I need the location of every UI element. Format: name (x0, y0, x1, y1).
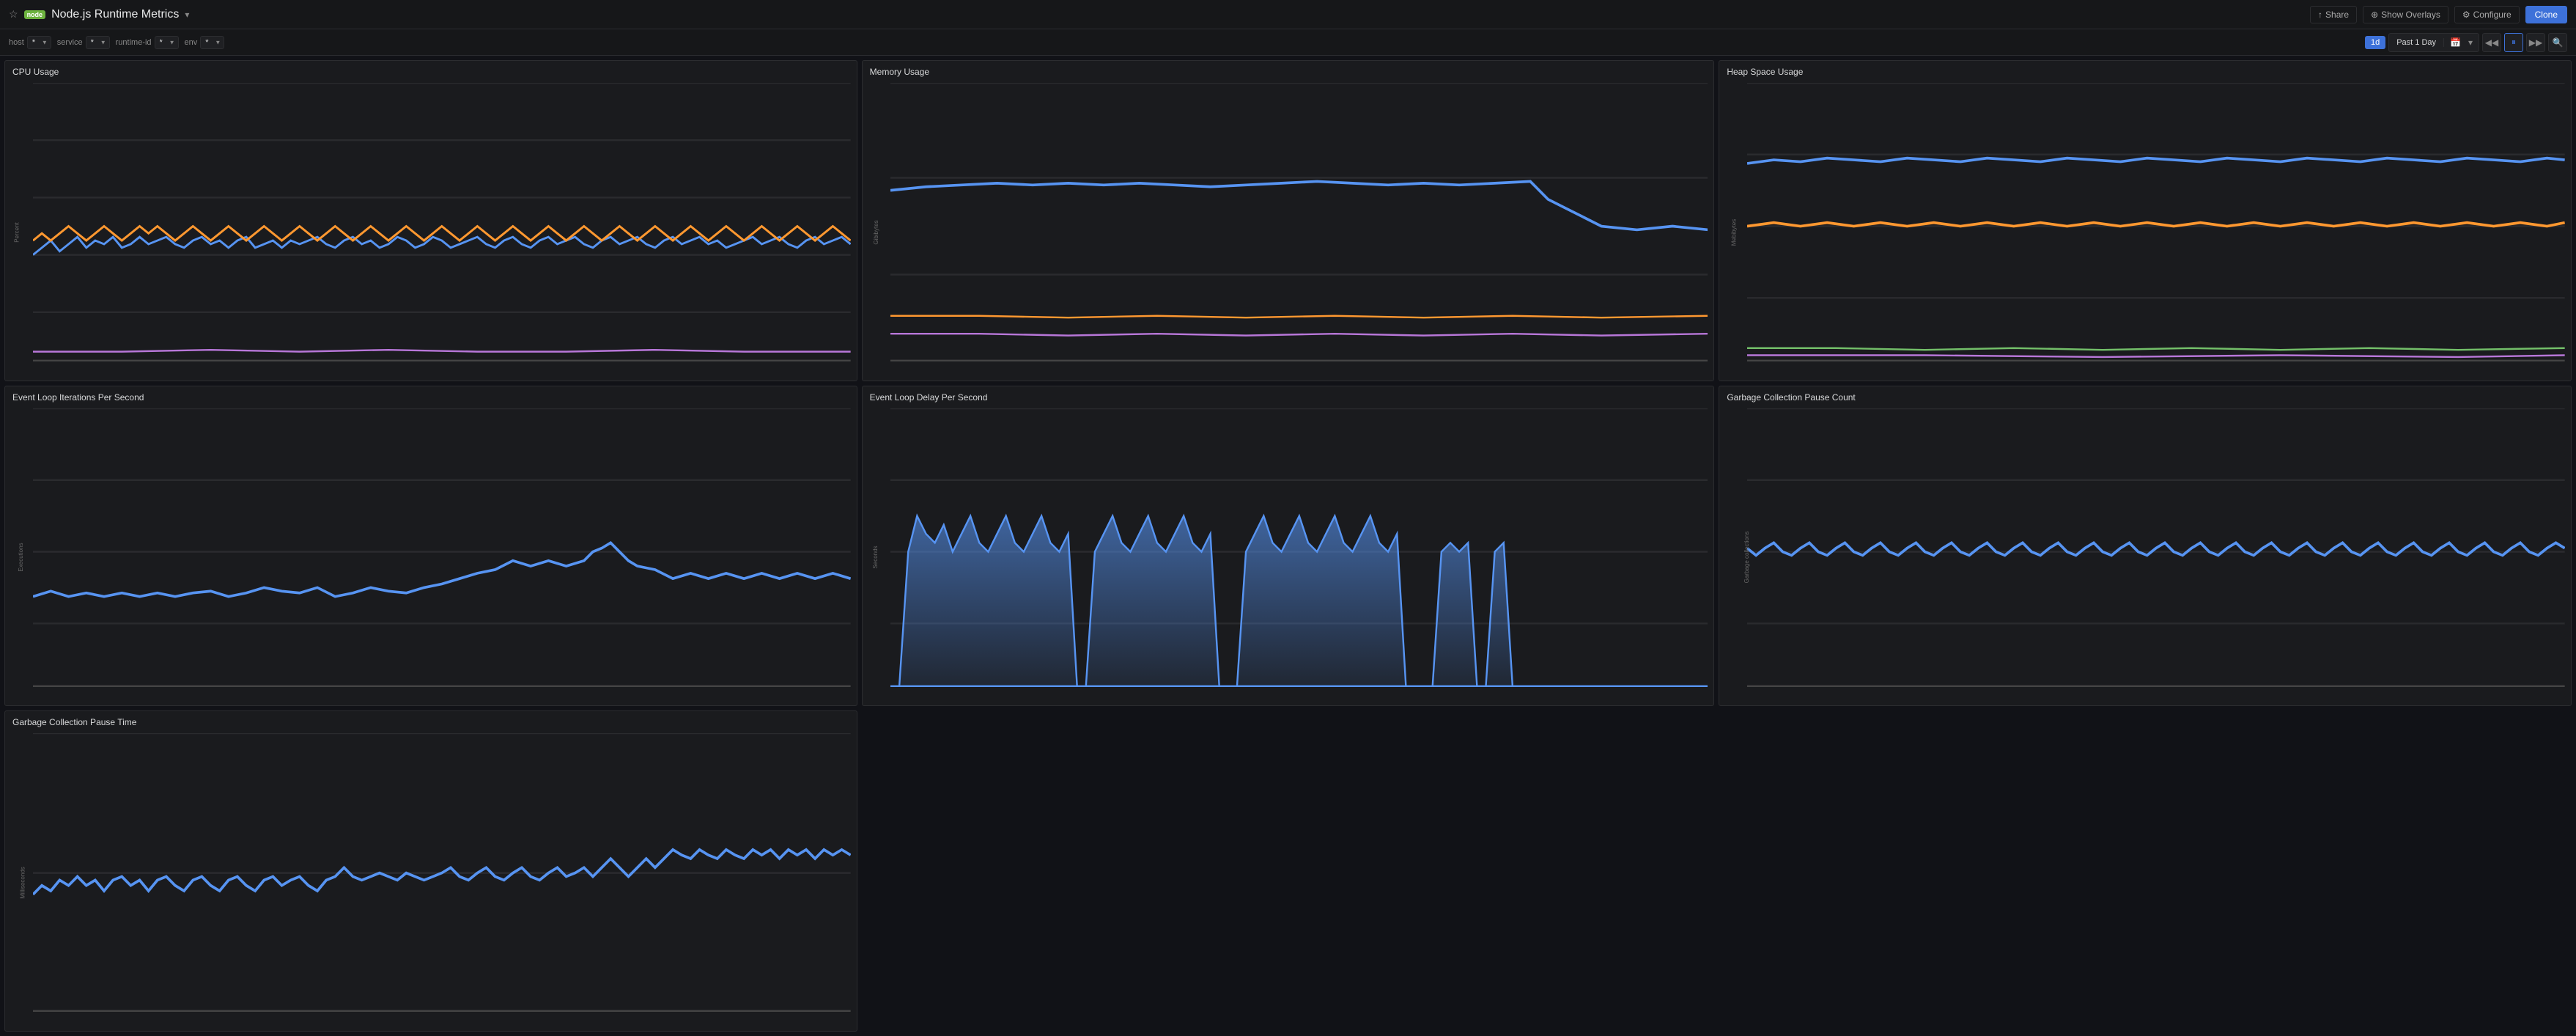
overlays-icon: ⊕ (2371, 10, 2378, 20)
heap-y-axis-label: Mebibytes (1731, 218, 1738, 245)
host-select-wrapper: * (27, 36, 51, 49)
node-badge: node (24, 10, 46, 19)
cpu-usage-chart: Percent 50 40 30 20 10 0 (5, 80, 857, 381)
env-filter: env * (185, 36, 225, 49)
show-overlays-button[interactable]: ⊕ Show Overlays (2363, 6, 2448, 23)
clone-button[interactable]: Clone (2525, 6, 2567, 23)
runtime-id-select[interactable]: * (155, 36, 179, 49)
env-select-wrapper: * (200, 36, 224, 49)
memory-usage-title: Memory Usage (863, 61, 1714, 80)
header-right: ↑ Share ⊕ Show Overlays ⚙ Configure Clon… (2310, 6, 2567, 23)
event-loop-iterations-panel: Event Loop Iterations Per Second Executi… (4, 386, 857, 707)
gc-pause-count-title: Garbage Collection Pause Count (1719, 386, 2571, 405)
heap-space-usage-title: Heap Space Usage (1719, 61, 2571, 80)
gc-pause-count-svg: 4 3 2 1 0 Tue 5 06:00 12:00 18:00 (1747, 408, 2565, 695)
cpu-usage-title: CPU Usage (5, 61, 857, 80)
service-filter: service * (57, 36, 110, 49)
memory-usage-svg: 1.5 1 0.5 0 Tue 5 06:00 12:00 18:00 (890, 83, 1708, 370)
event-loop-delay-svg: 2 1.5 1 0.5 0 Tue 5 06:00 12:00 18:00 (890, 408, 1708, 695)
event-loop-iterations-chart: Executions 200 150 100 50 0 Tue 5 06:00 … (5, 405, 857, 707)
heap-space-usage-chart: Mebibytes 256 192 128 64 0 T (1719, 80, 2571, 381)
event-loop-iterations-title: Event Loop Iterations Per Second (5, 386, 857, 405)
time-range-text: Past 1 Day (2389, 38, 2444, 47)
service-label: service (57, 38, 83, 47)
runtime-id-select-wrapper: * (155, 36, 179, 49)
time-range-selector: Past 1 Day 📅 ▾ (2388, 33, 2479, 52)
event-loop-delay-chart: Seconds 2 1.5 1 0.5 0 (863, 405, 1714, 707)
memory-y-axis-label: Gibibytes (873, 220, 879, 244)
event-loop-delay-panel: Event Loop Delay Per Second Seconds 2 1.… (862, 386, 1715, 707)
share-icon: ↑ (2318, 10, 2322, 20)
event-loop-iterations-svg: 200 150 100 50 0 Tue 5 06:00 12:00 18:00 (33, 408, 851, 695)
heap-space-usage-svg: 256 192 128 64 0 Tue 5 06:00 12:00 18:00 (1747, 83, 2565, 370)
pause-button[interactable]: ⏸ (2504, 33, 2523, 52)
env-label: env (185, 38, 198, 47)
share-button[interactable]: ↑ Share (2310, 6, 2357, 23)
cpu-usage-panel: CPU Usage Percent 50 40 30 20 10 0 (4, 60, 857, 381)
star-icon[interactable]: ☆ (9, 8, 18, 21)
host-select[interactable]: * (27, 36, 51, 49)
heap-space-usage-panel: Heap Space Usage Mebibytes 256 192 128 6… (1719, 60, 2572, 381)
cpu-y-axis-label: Percent (13, 222, 20, 243)
gc-pause-count-panel: Garbage Collection Pause Count Garbage c… (1719, 386, 2572, 707)
event-loop-delay-title: Event Loop Delay Per Second (863, 386, 1714, 405)
iterations-y-axis-label: Executions (18, 543, 24, 572)
env-select[interactable]: * (200, 36, 224, 49)
configure-button[interactable]: ⚙ Configure (2454, 6, 2520, 23)
time-preset-button[interactable]: 1d (2365, 36, 2385, 49)
search-button[interactable]: 🔍 (2548, 33, 2567, 52)
delay-y-axis-label: Seconds (872, 546, 879, 569)
calendar-icon-btn[interactable]: 📅 (2447, 36, 2464, 49)
toolbar-time: 1d Past 1 Day 📅 ▾ ◀◀ ⏸ ▶▶ 🔍 (2365, 33, 2567, 52)
memory-usage-panel: Memory Usage Gibibytes 1.5 1 0.5 0 Tue 5… (862, 60, 1715, 381)
gear-icon: ⚙ (2462, 10, 2470, 20)
header-left: ☆ node Node.js Runtime Metrics ▾ (9, 8, 189, 21)
dashboard-title: Node.js Runtime Metrics (51, 8, 179, 21)
gc-pause-time-panel: Garbage Collection Pause Time Millisecon… (4, 710, 857, 1032)
gc-pause-count-chart: Garbage collections 4 3 2 1 0 Tue 5 06:0… (1719, 405, 2571, 707)
toolbar: host * service * runtime-id * (0, 29, 2576, 56)
service-select-wrapper: * (86, 36, 110, 49)
toolbar-filters: host * service * runtime-id * (9, 36, 224, 49)
gc-pause-time-chart: Milliseconds 10 5 0 Tue 5 06:00 12:00 18… (5, 730, 857, 1032)
gc-pause-time-svg: 10 5 0 Tue 5 06:00 12:00 18:00 (33, 733, 851, 1020)
time-range-icons: 📅 ▾ (2444, 36, 2479, 49)
memory-usage-chart: Gibibytes 1.5 1 0.5 0 Tue 5 06:00 12:00 (863, 80, 1714, 381)
gc-count-y-axis-label: Garbage collections (1743, 532, 1750, 584)
cpu-usage-svg: 50 40 30 20 10 0 Tue 5 06:00 12:00 18:00 (33, 83, 851, 370)
host-label: host (9, 38, 24, 47)
runtime-id-label: runtime-id (116, 38, 152, 47)
header: ☆ node Node.js Runtime Metrics ▾ ↑ Share… (0, 0, 2576, 29)
service-select[interactable]: * (86, 36, 110, 49)
back-button[interactable]: ◀◀ (2482, 33, 2501, 52)
gc-time-y-axis-label: Milliseconds (19, 867, 26, 899)
host-filter: host * (9, 36, 51, 49)
runtime-id-filter: runtime-id * (116, 36, 179, 49)
forward-button[interactable]: ▶▶ (2526, 33, 2545, 52)
dropdown-icon-btn[interactable]: ▾ (2465, 36, 2476, 49)
dashboard-grid: CPU Usage Percent 50 40 30 20 10 0 (0, 56, 2576, 1036)
chevron-down-icon[interactable]: ▾ (185, 10, 189, 20)
gc-pause-time-title: Garbage Collection Pause Time (5, 711, 857, 730)
